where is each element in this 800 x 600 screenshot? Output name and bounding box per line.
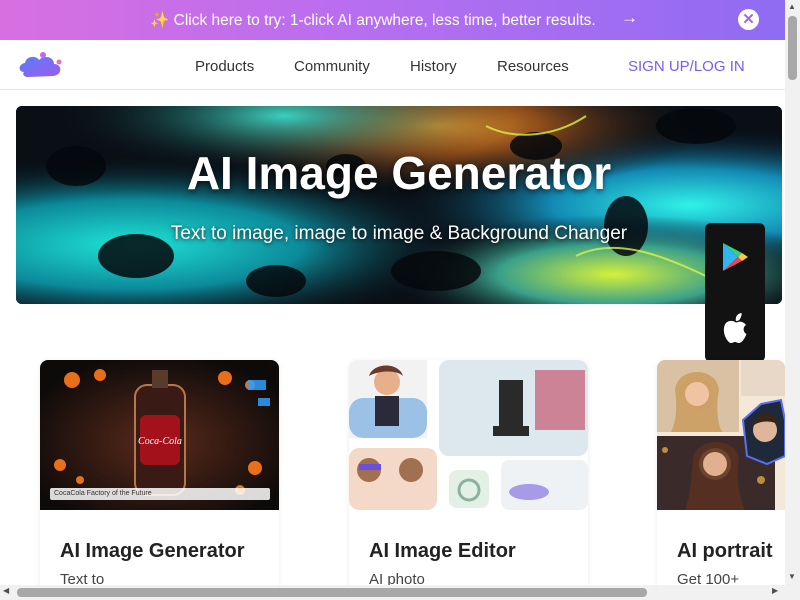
vertical-scrollbar[interactable]: ▲ ▼ bbox=[785, 0, 800, 600]
scroll-right-icon[interactable]: ▶ bbox=[772, 586, 778, 595]
arrow-right-icon[interactable]: → bbox=[621, 8, 638, 28]
vertical-scroll-thumb[interactable] bbox=[788, 16, 797, 80]
google-play-icon[interactable] bbox=[721, 242, 749, 272]
horizontal-scrollbar[interactable]: ◀ ▶ bbox=[0, 585, 785, 600]
card-title: AI portrait bbox=[677, 540, 773, 562]
card-title: AI Image Generator bbox=[60, 540, 245, 562]
card-title: AI Image Editor bbox=[369, 540, 516, 562]
hero-subtitle: Text to image, image to image & Backgrou… bbox=[170, 223, 628, 244]
signup-login-link[interactable]: SIGN UP/LOG IN bbox=[628, 58, 745, 75]
nav-products[interactable]: Products bbox=[195, 58, 254, 75]
card-thumbnail bbox=[349, 360, 588, 510]
svg-text:Coca-Cola: Coca-Cola bbox=[138, 436, 182, 447]
hero-title: AI Image Generator bbox=[186, 147, 612, 199]
nav-history[interactable]: History bbox=[410, 58, 457, 75]
horizontal-scroll-thumb[interactable] bbox=[17, 588, 647, 597]
feature-card-ai-image-editor[interactable]: AI Image Editor AI photo bbox=[349, 360, 588, 600]
hero-background-art bbox=[16, 106, 782, 304]
apple-icon[interactable] bbox=[721, 312, 749, 344]
card-thumbnail bbox=[657, 360, 785, 510]
feature-card-ai-image-generator[interactable]: Coca-Cola CocaCola Factory of the Future… bbox=[40, 360, 279, 600]
editor-collage-illustration bbox=[349, 360, 588, 510]
promo-label: Click here to try: 1-click AI anywhere, … bbox=[173, 12, 596, 29]
scroll-up-icon[interactable]: ▲ bbox=[788, 2, 796, 11]
nav-community[interactable]: Community bbox=[294, 58, 370, 75]
logo-icon[interactable] bbox=[18, 50, 66, 80]
nav-resources[interactable]: Resources bbox=[497, 58, 569, 75]
feature-card-ai-portrait[interactable]: AI portrait Get 100+ bbox=[657, 360, 785, 600]
portrait-collage-illustration bbox=[657, 360, 785, 510]
close-icon[interactable]: ✕ bbox=[738, 9, 759, 30]
app-store-badges bbox=[705, 223, 765, 362]
card-thumbnail: Coca-Cola CocaCola Factory of the Future bbox=[40, 360, 279, 510]
thumbnail-caption: CocaCola Factory of the Future bbox=[50, 488, 270, 500]
hero-banner: AI Image Generator Text to image, image … bbox=[16, 106, 782, 304]
scroll-left-icon[interactable]: ◀ bbox=[3, 586, 9, 595]
promo-banner[interactable]: ✨ Click here to try: 1-click AI anywhere… bbox=[0, 0, 785, 40]
promo-text[interactable]: ✨ Click here to try: 1-click AI anywhere… bbox=[150, 11, 596, 30]
scroll-down-icon[interactable]: ▼ bbox=[788, 572, 796, 581]
top-nav: Products Community History Resources SIG… bbox=[0, 40, 785, 90]
sparkle-icon: ✨ bbox=[150, 12, 170, 29]
